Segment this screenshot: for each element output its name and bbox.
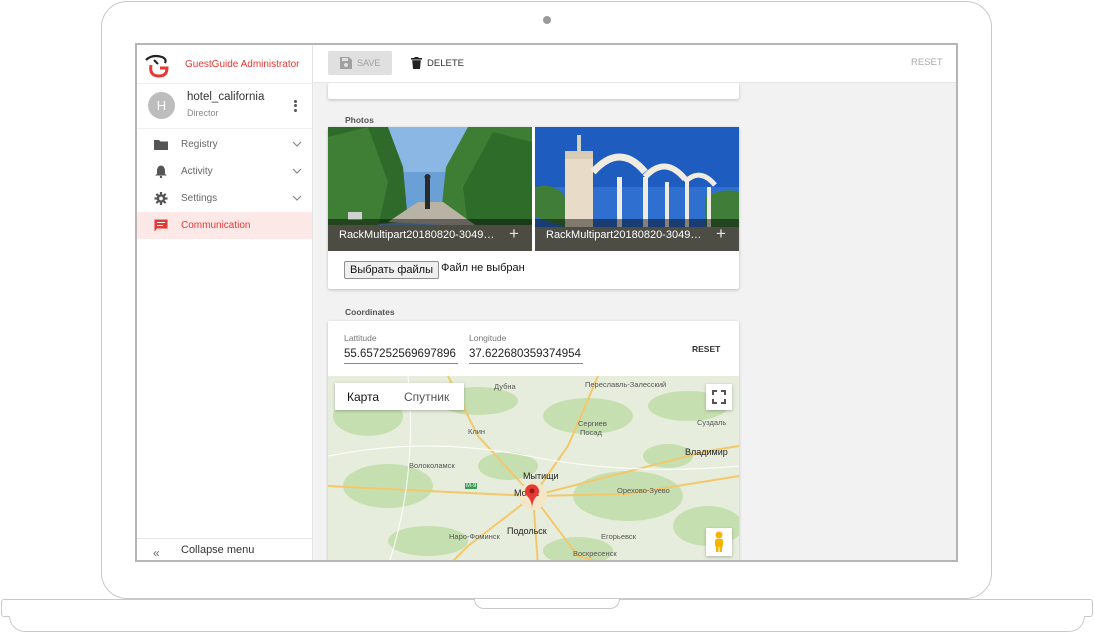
longitude-label: Longitude [469, 333, 507, 343]
photo-caption: RackMultipart20180820-3049… + [328, 219, 532, 251]
photos-section-label: Photos [345, 115, 374, 125]
user-role: Director [187, 108, 219, 118]
delete-label: DELETE [427, 58, 464, 69]
map-label: Переславль-Залесский [585, 380, 667, 389]
save-button[interactable]: SAVE [328, 51, 392, 75]
map-label: Владимир [685, 447, 728, 457]
toolbar: SAVE DELETE RESET [313, 45, 956, 83]
sidebar-item-communication[interactable]: Communication [137, 212, 312, 239]
file-status: Файл не выбран [441, 262, 525, 274]
reset-coordinates-button[interactable]: RESET [692, 344, 720, 354]
map-pin-icon[interactable] [524, 484, 540, 510]
map-label: Егорьевск [601, 532, 636, 541]
main-content: SAVE DELETE RESET Photos RackMultipart20… [313, 45, 956, 560]
sidebar-nav: Registry Activity Settings Communication [137, 131, 312, 239]
sidebar-item-activity[interactable]: Activity [137, 158, 312, 185]
save-label: SAVE [357, 58, 381, 68]
add-icon[interactable]: + [509, 224, 519, 244]
bell-icon [155, 165, 167, 178]
coordinates-section-label: Coordinates [345, 307, 395, 317]
tab-satellite[interactable]: Спутник [404, 390, 449, 404]
user-panel: H hotel_california Director [137, 83, 312, 129]
chat-icon [154, 219, 168, 232]
longitude-field[interactable]: 37.622680359374954 [469, 348, 583, 364]
fullscreen-button[interactable] [706, 384, 732, 410]
brand[interactable]: GuestGuide Administrator [143, 52, 311, 82]
previous-card [328, 83, 739, 99]
sidebar-item-label: Registry [181, 139, 218, 150]
photo-filename: RackMultipart20180820-3049… [546, 229, 702, 241]
map-label: Суздаль [697, 418, 727, 427]
photo-caption: RackMultipart20180820-3049… + [535, 219, 739, 251]
map-label: Клин [468, 427, 486, 436]
trash-icon [411, 57, 422, 69]
street-view-pegman[interactable] [706, 528, 732, 556]
sidebar-item-settings[interactable]: Settings [137, 185, 312, 212]
map-label: Посад [580, 428, 602, 437]
latitude-field[interactable]: 55.657252569697896 [344, 348, 458, 364]
collapse-menu-button[interactable]: « Collapse menu [137, 538, 312, 560]
add-icon[interactable]: + [716, 224, 726, 244]
photo-item[interactable]: RackMultipart20180820-3049… + [535, 127, 739, 251]
user-name: hotel_california [187, 91, 265, 103]
map-label: Наро-Фоминск [449, 532, 500, 541]
brand-title: GuestGuide Administrator [185, 59, 300, 70]
sidebar: GuestGuide Administrator H hotel_califor… [137, 45, 313, 560]
sidebar-item-label: Settings [181, 193, 218, 204]
chevron-down-icon [292, 141, 302, 147]
more-vert-icon[interactable] [290, 98, 300, 114]
laptop-camera [543, 16, 551, 24]
save-icon [340, 57, 352, 69]
collapse-menu-label: Collapse menu [181, 544, 255, 556]
sidebar-item-registry[interactable]: Registry [137, 131, 312, 158]
choose-files-button[interactable]: Выбрать файлы [344, 261, 439, 279]
photo-item[interactable]: RackMultipart20180820-3049… + [328, 127, 532, 251]
sidebar-item-label: Activity [181, 166, 213, 177]
latitude-label: Lattitude [344, 333, 377, 343]
map[interactable]: Карта Спутник Дубна Переславль-Залесский… [328, 376, 739, 560]
screen: GuestGuide Administrator H hotel_califor… [135, 43, 958, 562]
chevron-down-icon [292, 168, 302, 174]
photos-card: RackMultipart20180820-3049… + RackMultip… [328, 127, 739, 289]
coordinates-card: Lattitude 55.657252569697896 Longitude 3… [328, 321, 739, 560]
gear-icon [154, 192, 168, 205]
photo-filename: RackMultipart20180820-3049… [339, 229, 495, 241]
map-label: Воскресенск [573, 549, 617, 558]
double-chevron-left-icon: « [153, 546, 160, 560]
map-label: Подольск [507, 526, 547, 536]
pegman-icon [715, 531, 723, 552]
laptop-base-bottom [9, 616, 1085, 632]
tab-map[interactable]: Карта [347, 390, 379, 404]
map-type-tabs: Карта Спутник [335, 383, 464, 410]
laptop-notch [474, 599, 620, 609]
sidebar-item-label: Communication [181, 220, 251, 231]
map-label: Дубна [494, 382, 516, 391]
reset-button[interactable]: RESET [911, 57, 943, 68]
map-label: Сергиев [578, 419, 607, 428]
map-label: Волоколамск [409, 461, 455, 470]
map-label: Орехово-Зуево [617, 486, 670, 495]
chevron-down-icon [292, 195, 302, 201]
guestguide-logo-icon [145, 54, 169, 78]
fullscreen-icon [712, 390, 726, 404]
road-sign: М-9 [465, 483, 478, 489]
map-label: Мытищи [523, 471, 559, 481]
avatar: H [148, 92, 175, 119]
folder-icon [154, 140, 168, 150]
delete-button[interactable]: DELETE [409, 51, 469, 75]
